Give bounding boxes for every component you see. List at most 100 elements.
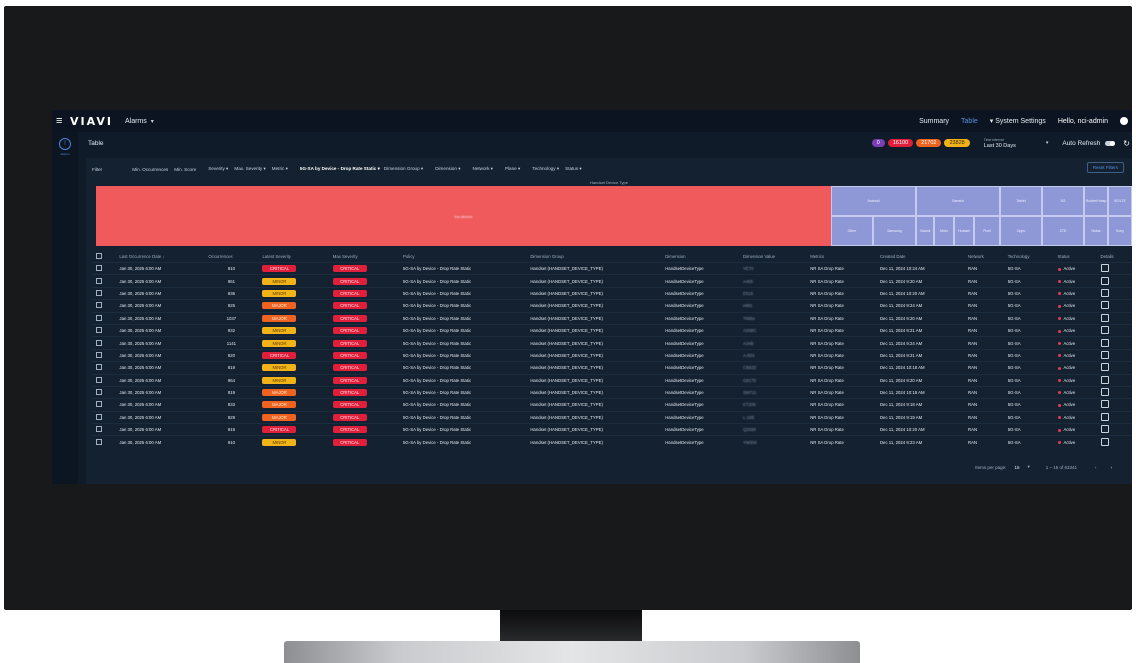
- auto-refresh-toggle[interactable]: [1105, 140, 1116, 146]
- sidebar-item-alarms[interactable]: Alarms: [52, 152, 78, 156]
- checkbox-icon[interactable]: [96, 413, 102, 420]
- row-checkbox[interactable]: [92, 423, 116, 436]
- time-interval-select[interactable]: Time interval Last 30 Days: [984, 137, 1016, 149]
- filter-dimension-group[interactable]: Dimension Group ▾: [384, 166, 423, 172]
- treemap-cell[interactable]: Xiaomi: [916, 216, 934, 246]
- cell-details[interactable]: [1096, 423, 1132, 436]
- checkbox-icon[interactable]: [96, 364, 102, 371]
- filter-dimension[interactable]: Dimension ▾: [435, 166, 460, 172]
- checkbox-icon[interactable]: [96, 314, 102, 321]
- chevron-down-icon[interactable]: ▾: [1046, 140, 1049, 146]
- row-checkbox[interactable]: [92, 361, 116, 375]
- row-checkbox[interactable]: [92, 274, 116, 288]
- filter-severity[interactable]: Severity ▾: [208, 166, 228, 172]
- filter-technology[interactable]: Technology ▾: [532, 166, 559, 172]
- table-row[interactable]: Jan 30, 2025 6:00 AM 819 MAJOR CRITICAL 5G-S…: [92, 385, 1132, 399]
- nav-system-settings[interactable]: ▾ System Settings: [990, 117, 1046, 125]
- filter-min-score[interactable]: Min. Score: [174, 167, 196, 172]
- col-policy[interactable]: Policy: [399, 250, 526, 263]
- items-per-page-select[interactable]: 15: [1014, 465, 1019, 470]
- badge-count[interactable]: 0: [871, 139, 885, 147]
- row-checkbox[interactable]: [92, 398, 116, 412]
- cell-details[interactable]: [1096, 373, 1132, 387]
- treemap-cell[interactable]: Moto: [934, 216, 954, 246]
- table-row[interactable]: Jan 30, 2025 6:00 AM 810 CRITICAL CRITICAL 5…: [92, 261, 1132, 275]
- filter-min-occurrences[interactable]: Min. Occurrences: [132, 167, 168, 172]
- checkbox-icon[interactable]: [96, 351, 102, 358]
- cell-details[interactable]: [1096, 286, 1132, 300]
- checkbox-icon[interactable]: [96, 339, 102, 346]
- details-icon[interactable]: [1100, 338, 1109, 347]
- table-row[interactable]: Jan 30, 2025 6:00 AM 829 MAJOR CRITICAL 5G-S…: [92, 410, 1132, 424]
- treemap-cell[interactable]: Android: [831, 186, 916, 216]
- cell-details[interactable]: [1096, 299, 1132, 313]
- chevron-down-icon[interactable]: ▾: [151, 118, 154, 125]
- row-checkbox[interactable]: [92, 410, 116, 424]
- checkbox-icon[interactable]: [96, 302, 102, 309]
- filter-status[interactable]: Status ▾: [565, 166, 582, 172]
- filter-metric-selected[interactable]: 5G-SA by Device - Drop Rate Static ▾: [300, 166, 380, 172]
- col-metrics[interactable]: Metrics: [806, 250, 876, 263]
- col-network[interactable]: Network: [964, 250, 1004, 263]
- badge-count[interactable]: 23828: [944, 139, 970, 147]
- checkbox-icon[interactable]: [96, 252, 102, 259]
- hamburger-menu-icon[interactable]: ≡: [56, 115, 66, 127]
- cell-details[interactable]: [1096, 410, 1132, 424]
- table-row[interactable]: Jan 30, 2025 6:00 AM 820 CRITICAL CRITICAL 5…: [92, 348, 1132, 362]
- details-icon[interactable]: [1100, 425, 1109, 434]
- col-dimension-value[interactable]: Dimension Value: [739, 250, 806, 263]
- details-icon[interactable]: [1100, 301, 1109, 310]
- table-row[interactable]: Jan 30, 2025 6:00 AM 819 MINOR CRITICAL 5G-S…: [92, 361, 1132, 375]
- table-row[interactable]: Jan 30, 2025 6:00 AM 810 MINOR CRITICAL 5G-S…: [92, 435, 1132, 448]
- cell-details[interactable]: [1096, 323, 1132, 337]
- cell-details[interactable]: [1096, 274, 1132, 288]
- row-checkbox[interactable]: [92, 373, 116, 387]
- treemap-cell[interactable]: 5G/LTE: [1108, 186, 1132, 216]
- alarm-icon[interactable]: !: [59, 138, 71, 150]
- prev-page-icon[interactable]: ‹: [1095, 465, 1097, 470]
- row-checkbox[interactable]: [92, 385, 116, 399]
- cell-details[interactable]: [1096, 361, 1132, 375]
- treemap-cell[interactable]: Nokia: [1084, 216, 1108, 246]
- details-icon[interactable]: [1100, 437, 1109, 446]
- col-dimension[interactable]: Dimension: [661, 250, 739, 263]
- checkbox-icon[interactable]: [96, 438, 102, 445]
- col-status[interactable]: Status: [1054, 250, 1097, 263]
- col-max-severity[interactable]: Max Severity: [329, 250, 399, 263]
- cell-details[interactable]: [1096, 385, 1132, 399]
- filter-max-severity[interactable]: Max. Severity ▾: [234, 166, 265, 172]
- row-checkbox[interactable]: [92, 336, 116, 350]
- table-row[interactable]: Jan 30, 2025 6:00 AM 832 MINOR CRITICAL 5G-S…: [92, 323, 1132, 337]
- treemap-cell[interactable]: Router/Hotsp: [1084, 186, 1108, 216]
- details-icon[interactable]: [1100, 388, 1109, 397]
- col-last-occurrence[interactable]: Last Occurrence Date ↓: [115, 250, 204, 263]
- col-details[interactable]: Details: [1097, 250, 1132, 263]
- chevron-down-icon[interactable]: ▾: [1027, 464, 1029, 470]
- user-greeting[interactable]: Hello, nci-admin: [1058, 118, 1108, 125]
- details-icon[interactable]: [1100, 363, 1109, 372]
- checkbox-icon[interactable]: [96, 327, 102, 334]
- next-page-icon[interactable]: ›: [1111, 465, 1113, 470]
- checkbox-icon[interactable]: [96, 426, 102, 433]
- select-all-checkbox[interactable]: [92, 250, 115, 263]
- treemap-cell[interactable]: Generic: [916, 186, 1000, 216]
- table-row[interactable]: Jan 30, 2025 6:00 AM 825 MAJOR CRITICAL 5G-S…: [92, 299, 1132, 313]
- treemap-cell[interactable]: Sony: [1108, 216, 1132, 246]
- checkbox-icon[interactable]: [96, 265, 102, 272]
- col-created-date[interactable]: Created Date: [876, 250, 964, 263]
- treemap-cell[interactable]: Other: [831, 216, 873, 246]
- row-checkbox[interactable]: [92, 435, 116, 448]
- treemap-cell[interactable]: Samsung: [873, 216, 916, 246]
- cell-details[interactable]: [1096, 336, 1132, 350]
- table-row[interactable]: Jan 30, 2025 6:00 AM 833 MAJOR CRITICAL 5G-S…: [92, 398, 1132, 412]
- row-checkbox[interactable]: [92, 261, 116, 275]
- filter-plane[interactable]: Plane ▾: [505, 166, 520, 172]
- treemap-cell[interactable]: Tablet: [1000, 186, 1042, 216]
- row-checkbox[interactable]: [92, 323, 116, 337]
- details-icon[interactable]: [1100, 326, 1109, 335]
- cell-details[interactable]: [1096, 398, 1132, 412]
- row-checkbox[interactable]: [92, 286, 116, 300]
- checkbox-icon[interactable]: [96, 401, 102, 408]
- cell-details[interactable]: [1096, 348, 1132, 362]
- reset-filters-button[interactable]: Reset Filters: [1086, 162, 1124, 173]
